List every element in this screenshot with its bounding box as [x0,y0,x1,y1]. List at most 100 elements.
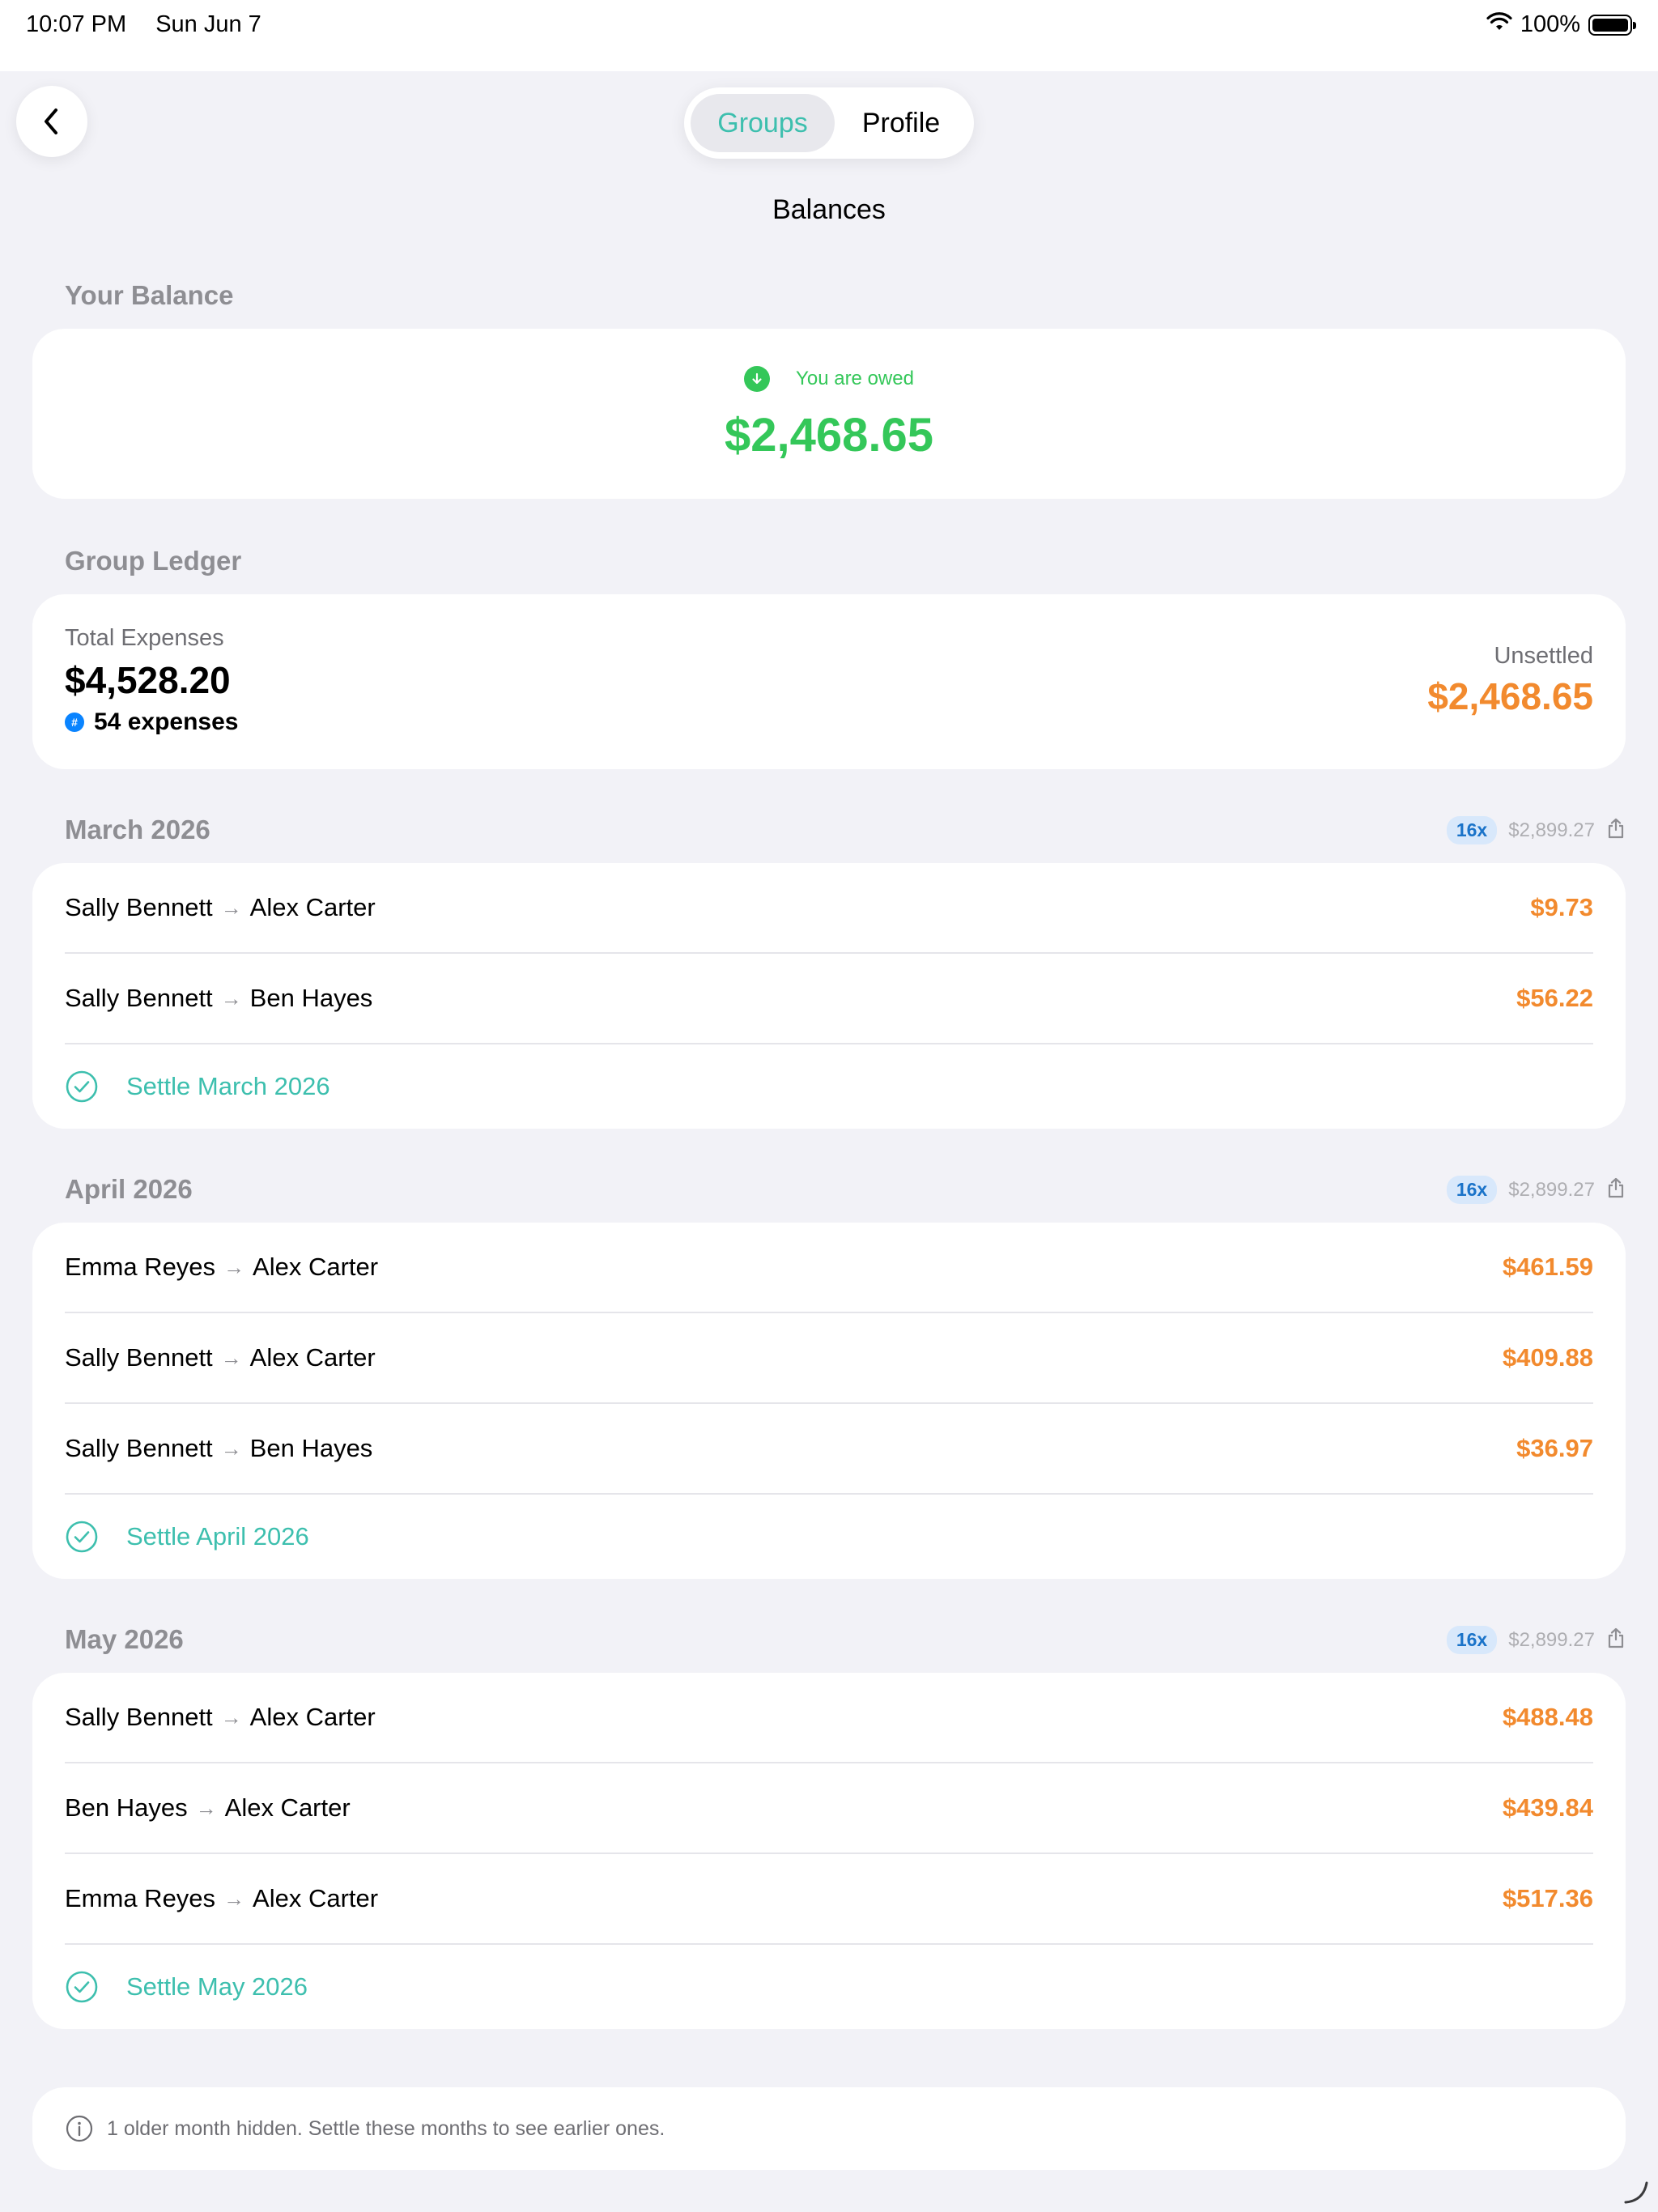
arrow-right-icon: → [220,1436,242,1461]
list-item[interactable]: Sally Bennett → Ben Hayes $56.22 [65,954,1593,1044]
list-item[interactable]: Emma Reyes → Alex Carter $517.36 [65,1854,1593,1945]
checkmark-circle-icon [66,1070,98,1103]
total-expenses-label: Total Expenses [65,625,224,651]
arrow-right-icon: → [220,1704,242,1729]
from-name: Emma Reyes [65,1884,216,1912]
transfer-names: Sally Bennett → Ben Hayes [65,984,372,1013]
transfer-amount: $517.36 [1502,1884,1593,1912]
from-name: Sally Bennett [65,1703,213,1731]
settle-button[interactable]: Settle March 2026 [65,1044,1593,1129]
month-card-march-2026: Sally Bennett → Alex Carter $9.73 Sally … [32,863,1626,1129]
settle-label: Settle April 2026 [126,1522,309,1551]
list-item[interactable]: Emma Reyes → Alex Carter $461.59 [65,1223,1593,1313]
tab-groups[interactable]: Groups [691,94,835,152]
transfer-amount: $488.48 [1502,1703,1593,1731]
group-ledger-label: Group Ledger [65,546,242,576]
month-title: May 2026 [65,1624,184,1654]
to-name: Alex Carter [224,1793,351,1822]
groups-profile-segmented-control: Groups Profile [684,87,974,159]
from-name: Sally Bennett [65,984,213,1012]
checkmark-circle-icon [66,1971,98,2003]
your-balance-card: You are owed $2,468.65 [32,329,1626,499]
arrow-right-icon: → [220,895,242,920]
month-title: April 2026 [65,1174,193,1204]
status-time: 10:07 PM [26,11,127,37]
wifi-icon [1486,11,1512,38]
from-name: Sally Bennett [65,1343,213,1372]
from-name: Ben Hayes [65,1793,188,1822]
settle-label: Settle March 2026 [126,1072,330,1100]
transfer-names: Ben Hayes → Alex Carter [65,1793,351,1823]
share-icon[interactable] [1606,817,1626,844]
hash-icon: # [65,713,84,732]
page-title: Balances [772,194,886,225]
transfer-names: Sally Bennett → Ben Hayes [65,1434,372,1463]
settle-label: Settle May 2026 [126,1972,308,2001]
month-card-april-2026: Emma Reyes → Alex Carter $461.59 Sally B… [32,1223,1626,1579]
month-total: $2,899.27 [1508,1628,1595,1651]
info-circle-icon [66,2115,93,2142]
balance-amount: $2,468.65 [724,409,934,462]
arrow-right-icon: → [220,985,242,1010]
arrow-down-circle-icon [744,366,771,392]
to-name: Ben Hayes [249,984,373,1012]
share-icon[interactable] [1606,1176,1626,1203]
transfer-amount: $409.88 [1502,1343,1593,1372]
month-card-may-2026: Sally Bennett → Alex Carter $488.48 Ben … [32,1673,1626,2029]
chevron-left-icon [45,108,57,134]
count-badge: 16x [1446,816,1498,844]
to-name: Alex Carter [249,893,376,921]
battery-icon [1588,14,1636,36]
expense-count-text: 54 expenses [94,708,239,735]
list-item[interactable]: Ben Hayes → Alex Carter $439.84 [65,1763,1593,1854]
tab-profile[interactable]: Profile [835,94,967,152]
transfer-amount: $461.59 [1502,1253,1593,1281]
checkmark-circle-icon [66,1521,98,1553]
owed-status-text: You are owed [796,368,914,389]
to-name: Alex Carter [253,1253,379,1281]
arrow-right-icon: → [195,1795,217,1820]
unsettled-label: Unsettled [1494,643,1593,669]
expense-count: # 54 expenses [65,708,238,736]
to-name: Alex Carter [249,1703,376,1731]
to-name: Alex Carter [253,1884,379,1912]
month-total: $2,899.27 [1508,819,1595,841]
count-badge: 16x [1446,1176,1498,1204]
status-date: Sun Jun 7 [155,11,261,37]
from-name: Sally Bennett [65,1434,213,1462]
status-indicators: 100% [1486,11,1636,38]
arrow-right-icon: → [220,1345,242,1370]
list-item[interactable]: Sally Bennett → Alex Carter $488.48 [65,1673,1593,1763]
list-item[interactable]: Sally Bennett → Ben Hayes $36.97 [65,1404,1593,1495]
arrow-right-icon: → [223,1886,245,1911]
your-balance-label: Your Balance [65,280,234,310]
transfer-amount: $9.73 [1530,893,1593,921]
total-expenses-amount: $4,528.20 [65,659,231,701]
transfer-amount: $439.84 [1502,1793,1593,1822]
transfer-amount: $56.22 [1516,984,1593,1012]
transfer-amount: $36.97 [1516,1434,1593,1462]
list-item[interactable]: Sally Bennett → Alex Carter $9.73 [65,863,1593,954]
transfer-names: Emma Reyes → Alex Carter [65,1253,378,1282]
owed-status: You are owed [32,366,1626,392]
back-button[interactable] [16,86,87,157]
list-item[interactable]: Sally Bennett → Alex Carter $409.88 [65,1313,1593,1404]
month-meta: 16x $2,899.27 [1446,816,1626,844]
group-ledger-card: Total Expenses $4,528.20 # 54 expenses U… [32,594,1626,769]
transfer-names: Sally Bennett → Alex Carter [65,1343,376,1372]
arrow-right-icon: → [223,1254,245,1279]
transfer-names: Emma Reyes → Alex Carter [65,1884,378,1913]
ledger-unsettled: Unsettled $2,468.65 [1427,643,1593,718]
share-icon[interactable] [1606,1627,1626,1653]
count-badge: 16x [1446,1626,1498,1654]
hidden-months-note: 1 older month hidden. Settle these month… [32,2087,1626,2170]
resize-handle-icon[interactable] [1622,2178,1650,2206]
month-total: $2,899.27 [1508,1178,1595,1201]
status-time-date: 10:07 PM Sun Jun 7 [26,11,261,38]
status-bar: 10:07 PM Sun Jun 7 100% [0,0,1658,71]
battery-percent: 100% [1520,11,1580,37]
transfer-names: Sally Bennett → Alex Carter [65,1703,376,1732]
settle-button[interactable]: Settle May 2026 [65,1945,1593,2029]
unsettled-amount: $2,468.65 [1427,675,1593,717]
settle-button[interactable]: Settle April 2026 [65,1495,1593,1579]
